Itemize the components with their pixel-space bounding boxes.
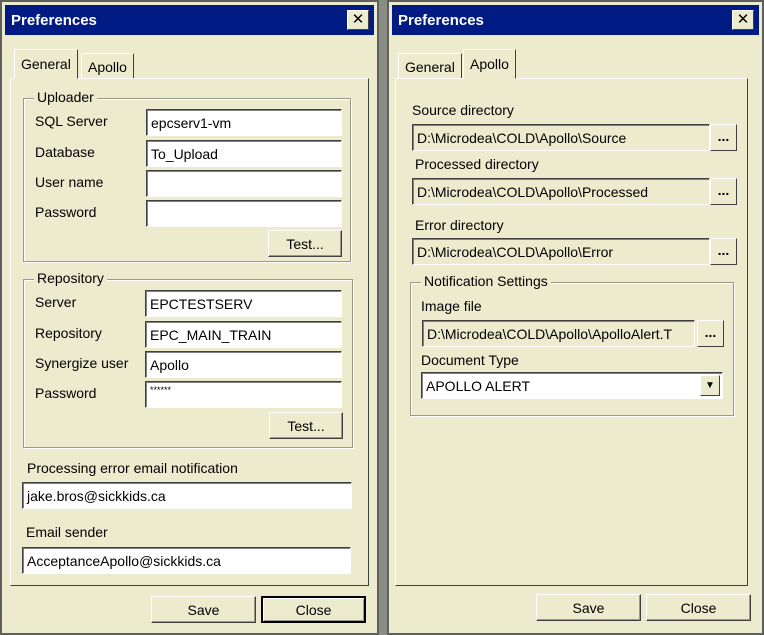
synergize-user-label: Synergize user bbox=[35, 355, 129, 371]
repository-password-label: Password bbox=[35, 385, 97, 401]
sql-server-label: SQL Server bbox=[35, 113, 108, 129]
general-tab-panel: Uploader SQL Server epcserv1-vm Database… bbox=[10, 78, 369, 586]
repository-password-input[interactable]: ****** bbox=[145, 381, 342, 408]
preferences-window-general: Preferences ✕ General Apollo Uploader SQ… bbox=[0, 0, 379, 635]
preferences-window-apollo: Preferences ✕ General Apollo Source dire… bbox=[387, 0, 764, 635]
tab-general[interactable]: General bbox=[398, 53, 462, 79]
image-file-input[interactable]: D:\Microdea\COLD\Apollo\ApolloAlert.T bbox=[422, 320, 695, 347]
email-sender-input[interactable]: AcceptanceApollo@sickkids.ca bbox=[22, 547, 351, 574]
tab-apollo[interactable]: Apollo bbox=[463, 49, 516, 79]
window-title: Preferences bbox=[11, 12, 97, 29]
repository-label: Repository bbox=[35, 325, 102, 341]
uploader-legend: Uploader bbox=[34, 89, 97, 105]
uploader-group: Uploader SQL Server epcserv1-vm Database… bbox=[23, 89, 351, 262]
repository-input[interactable]: EPC_MAIN_TRAIN bbox=[145, 321, 342, 348]
close-button[interactable]: Close bbox=[646, 594, 751, 621]
window-title: Preferences bbox=[398, 12, 484, 29]
image-file-browse-button[interactable]: ... bbox=[697, 320, 724, 347]
notification-settings-group: Notification Settings Image file D:\Micr… bbox=[410, 273, 734, 416]
save-button[interactable]: Save bbox=[536, 594, 641, 621]
database-label: Database bbox=[35, 144, 95, 160]
repository-group: Repository Server EPCTESTSERV Repository… bbox=[23, 270, 353, 448]
password-input[interactable] bbox=[146, 200, 342, 227]
username-input[interactable] bbox=[146, 170, 342, 197]
close-button[interactable]: Close bbox=[261, 596, 366, 623]
username-label: User name bbox=[35, 174, 104, 190]
error-directory-label: Error directory bbox=[415, 217, 504, 233]
error-browse-button[interactable]: ... bbox=[710, 238, 737, 265]
tab-apollo[interactable]: Apollo bbox=[81, 53, 134, 79]
sql-server-input[interactable]: epcserv1-vm bbox=[146, 109, 342, 136]
database-input[interactable]: To_Upload bbox=[146, 140, 342, 167]
password-label: Password bbox=[35, 204, 97, 220]
document-type-select[interactable]: APOLLO ALERT ▼ bbox=[421, 372, 723, 399]
processed-browse-button[interactable]: ... bbox=[710, 178, 737, 205]
tab-general[interactable]: General bbox=[14, 49, 78, 79]
processed-directory-input[interactable]: D:\Microdea\COLD\Apollo\Processed bbox=[412, 178, 710, 205]
uploader-test-button[interactable]: Test... bbox=[268, 230, 342, 257]
synergize-user-input[interactable]: Apollo bbox=[145, 351, 342, 378]
close-window-button[interactable]: ✕ bbox=[347, 10, 369, 30]
server-input[interactable]: EPCTESTSERV bbox=[145, 290, 342, 317]
server-label: Server bbox=[35, 294, 77, 310]
repository-test-button[interactable]: Test... bbox=[269, 412, 343, 439]
document-type-value: APOLLO ALERT bbox=[426, 378, 531, 394]
source-directory-input[interactable]: D:\Microdea\COLD\Apollo\Source bbox=[412, 124, 710, 151]
repository-legend: Repository bbox=[34, 270, 107, 286]
close-window-button[interactable]: ✕ bbox=[732, 10, 754, 30]
error-directory-input[interactable]: D:\Microdea\COLD\Apollo\Error bbox=[412, 238, 710, 265]
processed-directory-label: Processed directory bbox=[415, 156, 539, 172]
source-directory-label: Source directory bbox=[412, 102, 514, 118]
email-sender-label: Email sender bbox=[26, 524, 108, 540]
document-type-label: Document Type bbox=[421, 352, 519, 368]
apollo-tab-panel: Source directory D:\Microdea\COLD\Apollo… bbox=[395, 78, 748, 586]
chevron-down-icon[interactable]: ▼ bbox=[700, 375, 720, 396]
save-button[interactable]: Save bbox=[151, 596, 256, 623]
notification-settings-legend: Notification Settings bbox=[421, 273, 551, 289]
title-bar[interactable]: Preferences ✕ bbox=[5, 5, 374, 35]
email-notification-label: Processing error email notification bbox=[27, 460, 238, 476]
title-bar[interactable]: Preferences ✕ bbox=[392, 5, 759, 35]
email-notification-input[interactable]: jake.bros@sickkids.ca bbox=[22, 482, 352, 509]
image-file-label: Image file bbox=[421, 298, 482, 314]
source-browse-button[interactable]: ... bbox=[710, 124, 737, 151]
